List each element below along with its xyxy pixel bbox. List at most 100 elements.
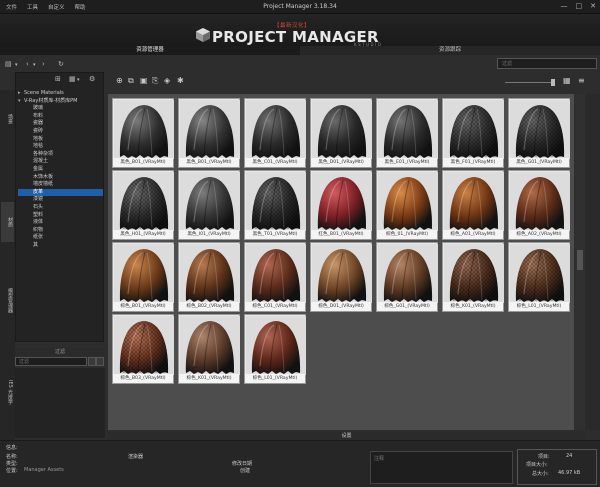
minimize-icon[interactable]: — <box>561 2 568 10</box>
material-thumbnail[interactable]: 红色_B01_(VRayMtl) <box>310 170 372 240</box>
material-thumbnail[interactable]: 黑色_F01_(VRayMtl) <box>442 98 504 168</box>
tree-item[interactable]: 地毯 <box>18 143 103 151</box>
view-options-icon[interactable]: ▦ <box>69 75 76 83</box>
tree-filter-input[interactable] <box>15 357 87 366</box>
import-icon[interactable]: ⧉ <box>128 76 134 86</box>
material-thumbnail[interactable]: 棕色_L01_(VRayMtl) <box>244 314 306 384</box>
nav-toolbar: ▤ ▾ ‹ ▾ › ↻ <box>0 56 110 72</box>
tree-item-label: 墙皮墙纸 <box>33 181 54 188</box>
pin-icon[interactable]: ✱ <box>177 76 184 85</box>
window-controls: — □ ✕ <box>561 2 597 10</box>
tree-item[interactable]: 瓷砖 <box>18 128 103 136</box>
new-folder-icon[interactable]: ⊞ <box>55 75 61 83</box>
tree-item[interactable]: 液体 <box>18 219 103 227</box>
tree-item[interactable]: ▸ Scene Materials <box>18 90 103 98</box>
material-thumbnail[interactable]: 棕色_B03_(VRayMtl) <box>112 314 174 384</box>
material-thumbnail[interactable]: 黑色_H01_(VRayMtl) <box>112 170 174 240</box>
material-thumbnail[interactable]: 黑色_I01_(VRayMtl) <box>178 170 240 240</box>
refresh-icon[interactable]: ↻ <box>58 60 64 68</box>
tree-item[interactable]: 皮革 <box>18 188 103 197</box>
material-thumbnail[interactable]: 棕色_B01_(VRayMtl) <box>112 242 174 312</box>
tree-item-label: 漆镜 <box>33 196 44 203</box>
tab-asset-browser[interactable]: 资源管理器 <box>0 46 300 55</box>
sort-icon[interactable]: ≡ <box>578 76 585 85</box>
side-tab-ies[interactable]: IES 光度学 <box>1 380 14 404</box>
filter-clear-button[interactable] <box>96 357 104 366</box>
stats-total-value: 46.97 kB <box>558 470 581 476</box>
tree-item-label: 其 <box>33 241 39 248</box>
close-icon[interactable]: ✕ <box>590 2 596 10</box>
forward-icon[interactable]: › <box>42 60 45 68</box>
material-thumbnail[interactable]: 棕色_01_(VRayMtl) <box>376 170 438 240</box>
tree-item-label: 地毯 <box>33 143 44 150</box>
tree-item[interactable]: 塑料 <box>18 212 103 220</box>
thumbnail-grid: 黑色_B01_(VRayMtl) 黑色_B01_(VRayMtl) 黑色_C01_(… <box>108 94 574 430</box>
tree-item[interactable]: 其 <box>18 242 103 250</box>
back-icon[interactable]: ‹ <box>26 60 29 68</box>
material-thumbnail[interactable]: 黑色_B01_(VRayMtl) <box>112 98 174 168</box>
tree-item[interactable]: 瓷器 <box>18 120 103 128</box>
material-thumbnail[interactable]: 黑色_G01_(VRayMtl) <box>508 98 570 168</box>
panel-dropdown-icon[interactable]: ▾ <box>15 62 18 68</box>
material-preview-icon <box>180 316 240 375</box>
material-thumbnail[interactable]: 棕色_C01_(VRayMtl) <box>244 242 306 312</box>
material-thumbnail[interactable]: 棕色_K01_(VRayMtl) <box>178 314 240 384</box>
material-thumbnail[interactable]: 黑色_B01_(VRayMtl) <box>178 98 240 168</box>
material-preview-icon <box>444 100 504 159</box>
maximize-icon[interactable]: □ <box>576 2 583 10</box>
tree-item[interactable]: 各种杂项 <box>18 151 103 159</box>
tree-item[interactable]: 玻璃 <box>18 105 103 113</box>
side-tab-model-manager[interactable]: 模型管理器 <box>1 288 14 313</box>
grid-scrollbar-thumb[interactable] <box>577 250 583 270</box>
back-dropdown-icon[interactable]: ▾ <box>33 62 36 68</box>
material-thumbnail[interactable]: 黑色_E01_(VRayMtl) <box>376 98 438 168</box>
tree-item-label: 石头 <box>33 203 44 210</box>
tree-item[interactable]: 织物 <box>18 227 103 235</box>
side-tab-materials[interactable]: 材质 <box>1 202 14 242</box>
thumbnail-label: 黑色_E01_(VRayMtl) <box>377 158 437 167</box>
material-thumbnail[interactable]: 棕色_G01_(VRayMtl) <box>376 242 438 312</box>
material-thumbnail[interactable]: 棕色_B02_(VRayMtl) <box>178 242 240 312</box>
open-folder-icon[interactable]: ▣ <box>140 76 148 85</box>
search-input[interactable] <box>497 58 597 69</box>
tree-item[interactable]: 石头 <box>18 204 103 212</box>
material-thumbnail[interactable]: 棕色_A01_(VRayMtl) <box>442 170 504 240</box>
thumbnail-size-knob[interactable] <box>551 79 555 86</box>
tree-item-label: 地板 <box>33 135 44 142</box>
material-thumbnail[interactable]: 黑色_T01_(VRayMtl) <box>244 170 306 240</box>
thumbnail-size-slider[interactable] <box>505 82 555 83</box>
material-thumbnail[interactable]: 棕色_A02_(VRayMtl) <box>508 170 570 240</box>
tree-item[interactable]: 布料 <box>18 113 103 121</box>
tree-item[interactable]: 漆镜 <box>18 196 103 204</box>
material-thumbnail[interactable]: 棕色_L01_(VRayMtl) <box>508 242 570 312</box>
copy-icon[interactable]: ⎘ <box>152 76 158 86</box>
tree-item[interactable]: ▾ V-Ray材质库-材质库PM <box>18 98 103 106</box>
tree-item-label: 布料 <box>33 112 44 119</box>
tree-item[interactable]: 墙皮墙纸 <box>18 181 103 189</box>
info-path-value: Manager Assets <box>24 467 64 473</box>
tree-item[interactable]: 金属 <box>18 166 103 174</box>
tree-item[interactable]: 地板 <box>18 136 103 144</box>
material-thumbnail[interactable]: 黑色_D01_(VRayMtl) <box>310 98 372 168</box>
material-thumbnail[interactable]: 黑色_C01_(VRayMtl) <box>244 98 306 168</box>
material-preview-icon <box>444 244 504 303</box>
notes-field[interactable]: 注释 <box>370 451 513 484</box>
tab-asset-tracking[interactable]: 资源跟踪 <box>300 46 600 55</box>
material-thumbnail[interactable]: 棕色_K01_(VRayMtl) <box>442 242 504 312</box>
material-thumbnail[interactable]: 棕色_D01_(VRayMtl) <box>310 242 372 312</box>
info-size-label: 创建 <box>240 468 251 474</box>
tree-item[interactable]: 木饰木板 <box>18 174 103 182</box>
view-dropdown-icon[interactable]: ▾ <box>77 77 80 83</box>
side-tab-scene[interactable]: 场景 <box>1 114 14 124</box>
settings-bar[interactable]: 设置 <box>108 432 585 440</box>
panel-menu-icon[interactable]: ▤ <box>5 60 12 68</box>
material-preview-icon <box>378 100 438 159</box>
filter-toggle-button[interactable] <box>88 357 96 366</box>
add-asset-icon[interactable]: ⊕ <box>116 76 123 85</box>
tree-item[interactable]: 纸张 <box>18 234 103 242</box>
grid-view-icon[interactable]: ▦ <box>563 76 571 85</box>
render-icon[interactable]: ◈ <box>164 76 170 85</box>
stats-count-value: 24 <box>566 453 573 459</box>
settings-gear-icon[interactable]: ⚙ <box>89 75 95 83</box>
tree-item[interactable]: 混凝土 <box>18 158 103 166</box>
